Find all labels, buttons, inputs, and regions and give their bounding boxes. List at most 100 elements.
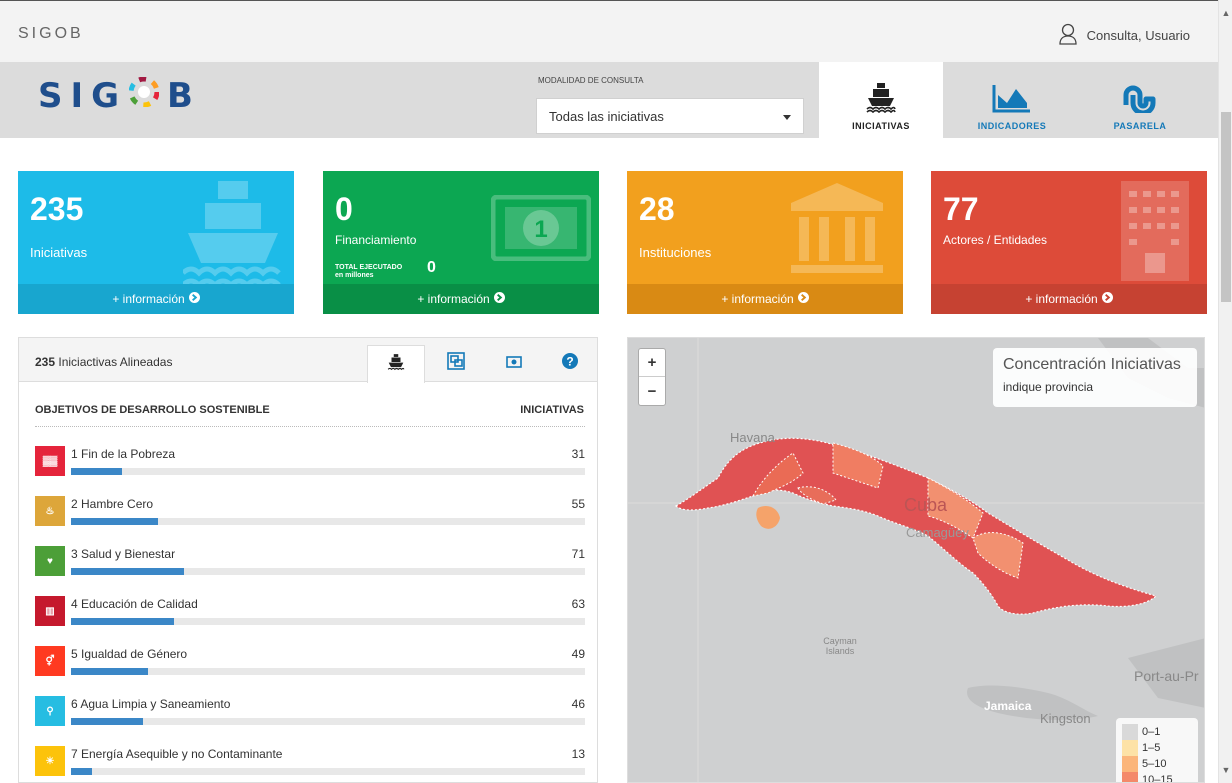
sdg-row-progress-track <box>71 718 585 725</box>
panel-tab-ship[interactable] <box>367 345 425 383</box>
card-iniciativas-label: Iniciativas <box>30 245 88 260</box>
arrow-circle-right-icon <box>493 292 505 306</box>
stumbleupon-icon <box>1123 85 1157 116</box>
card-iniciativas-more-link[interactable]: + información <box>18 284 294 314</box>
legend-swatch <box>1122 724 1138 740</box>
sdg-row[interactable]: ☀ 7 Energía Asequible y no Contaminante 13 <box>35 744 585 783</box>
ship-icon <box>866 81 896 115</box>
page-scrollbar[interactable]: ▲ ▼ <box>1218 0 1232 783</box>
card-actores-label: Actores / Entidades <box>943 233 1048 247</box>
tab-pasarela[interactable]: PASARELA <box>1078 62 1202 138</box>
legend-swatch <box>1122 756 1138 772</box>
total-executed-value: 0 <box>427 259 436 276</box>
card-instituciones-label: Instituciones <box>639 245 712 260</box>
brand-text: SIGOB <box>18 25 84 42</box>
tab-indicadores[interactable]: INDICADORES <box>950 62 1074 138</box>
sdg-row-count: 55 <box>571 497 585 511</box>
map-view[interactable]: Havana Cuba Camagüey Cayman Islands Jama… <box>627 337 1205 783</box>
tab-pasarela-label: PASARELA <box>1113 121 1167 131</box>
modality-select[interactable]: Todas las iniciativas <box>536 98 804 134</box>
legend-swatch <box>1122 772 1138 782</box>
sigob-logo[interactable]: SIG B <box>38 76 201 116</box>
caret-down-icon <box>783 109 791 124</box>
sdg-column-header: OBJETIVOS DE DESARROLLO SOSTENIBLE <box>35 404 270 416</box>
sdg-row-name: 3 Salud y Bienestar <box>71 547 176 561</box>
card-instituciones: 28 Instituciones + información <box>627 171 903 314</box>
scroll-down-icon[interactable]: ▼ <box>1219 765 1232 775</box>
panel-tab-help[interactable]: ? <box>541 345 599 382</box>
zoom-out-button[interactable]: − <box>639 377 665 405</box>
sdg-row[interactable]: ▓▓ 1 Fin de la Pobreza 31 <box>35 444 585 484</box>
map-label-camaguey: Camagüey <box>906 525 969 540</box>
total-executed-text: TOTAL EJECUTADO <box>335 264 403 271</box>
sdg-row-name: 6 Agua Limpia y Saneamiento <box>71 697 231 711</box>
sdg-row[interactable]: ⚥ 5 Igualdad de Género 49 <box>35 644 585 684</box>
gender-icon: ⚥ <box>35 646 65 676</box>
map-info-subtitle: indique provincia <box>1003 380 1094 394</box>
ship-icon <box>181 181 283 296</box>
sdg-row-count: 31 <box>571 447 585 461</box>
sdg-row-count: 13 <box>571 747 585 761</box>
legend-swatch <box>1122 740 1138 756</box>
legend-label: 0–1 <box>1142 726 1161 738</box>
sdg-row-name: 1 Fin de la Pobreza <box>71 447 176 461</box>
object-group-icon <box>447 352 465 375</box>
sdg-row-progress-track <box>71 668 585 675</box>
sdg-row-progress-fill <box>71 518 159 525</box>
zoom-control: + − <box>638 348 666 406</box>
bowl-icon: ♨ <box>35 496 65 526</box>
sdg-panel-title: 235 Iniciactivas Alineadas <box>35 355 172 369</box>
sdg-row-progress-fill <box>71 668 149 675</box>
sdg-row-count: 49 <box>571 647 585 661</box>
sdg-row-count: 46 <box>571 697 585 711</box>
tab-iniciativas-label: INICIATIVAS <box>852 121 910 131</box>
sdg-row-progress-track <box>71 768 585 775</box>
arrow-circle-right-icon <box>188 292 200 306</box>
arrow-circle-right-icon <box>1101 292 1113 306</box>
aligned-title: Iniciactivas Alineadas <box>58 355 173 369</box>
sdg-row-name: 7 Energía Asequible y no Contaminante <box>71 747 283 761</box>
sdg-panel-header: 235 Iniciactivas Alineadas ? <box>19 338 599 383</box>
app-root: SIGOB Consulta, Usuario SIG B MODALIDAD … <box>0 0 1232 783</box>
card-financiamiento: 1 0 Financiamiento TOTAL EJECUTADO en mi… <box>323 171 599 314</box>
card-actores-more-link[interactable]: + información <box>931 284 1207 314</box>
tab-iniciativas[interactable]: INICIATIVAS <box>819 62 943 138</box>
area-chart-icon <box>992 83 1032 115</box>
card-instituciones-more-link[interactable]: + información <box>627 284 903 314</box>
zoom-in-button[interactable]: + <box>639 349 665 377</box>
sdg-row-name: 5 Igualdad de Género <box>71 647 188 661</box>
panel-tab-grid[interactable] <box>427 345 485 382</box>
sdg-row[interactable]: ▥ 4 Educación de Calidad 63 <box>35 594 585 634</box>
scroll-up-icon[interactable]: ▲ <box>1219 8 1232 18</box>
top-bar: SIGOB Consulta, Usuario <box>0 0 1218 62</box>
legend-item: 5–10 <box>1122 756 1192 772</box>
ship-icon <box>387 353 405 376</box>
sdg-wheel-icon <box>128 76 160 116</box>
scroll-thumb[interactable] <box>1221 112 1231 302</box>
sdg-row-progress-fill <box>71 768 92 775</box>
book-icon: ▥ <box>35 596 65 626</box>
map-info-title: Concentración Iniciativas <box>1003 356 1181 373</box>
sdg-row-count: 63 <box>571 597 585 611</box>
sdg-row[interactable]: ⚲ 6 Agua Limpia y Saneamiento 46 <box>35 694 585 734</box>
map-label-cayman: Cayman Islands <box>823 636 857 656</box>
map-label-kingston: Kingston <box>1040 711 1091 726</box>
legend-label: 10–15 <box>1142 774 1173 783</box>
money-icon <box>506 355 522 373</box>
header-divider <box>35 426 585 427</box>
map-info-box: Concentración Iniciativas indique provin… <box>993 348 1197 407</box>
money-icon: 1 <box>490 194 592 266</box>
legend-item: 1–5 <box>1122 740 1192 756</box>
map-label-jamaica: Jamaica <box>984 699 1032 713</box>
user-menu[interactable]: Consulta, Usuario <box>1059 23 1190 48</box>
more-info-text: + información <box>1025 292 1098 306</box>
legend-label: 1–5 <box>1142 742 1161 754</box>
panel-tab-money[interactable] <box>485 345 543 382</box>
sdg-panel: 235 Iniciactivas Alineadas ? OBJETIVOS D… <box>18 337 598 783</box>
sdg-row[interactable]: ♨ 2 Hambre Cero 55 <box>35 494 585 534</box>
building-icon <box>1119 181 1191 286</box>
card-financiamiento-more-link[interactable]: + información <box>323 284 599 314</box>
heartbeat-icon: ♥ <box>35 546 65 576</box>
card-financiamiento-label: Financiamiento <box>335 233 417 247</box>
sdg-row[interactable]: ♥ 3 Salud y Bienestar 71 <box>35 544 585 584</box>
